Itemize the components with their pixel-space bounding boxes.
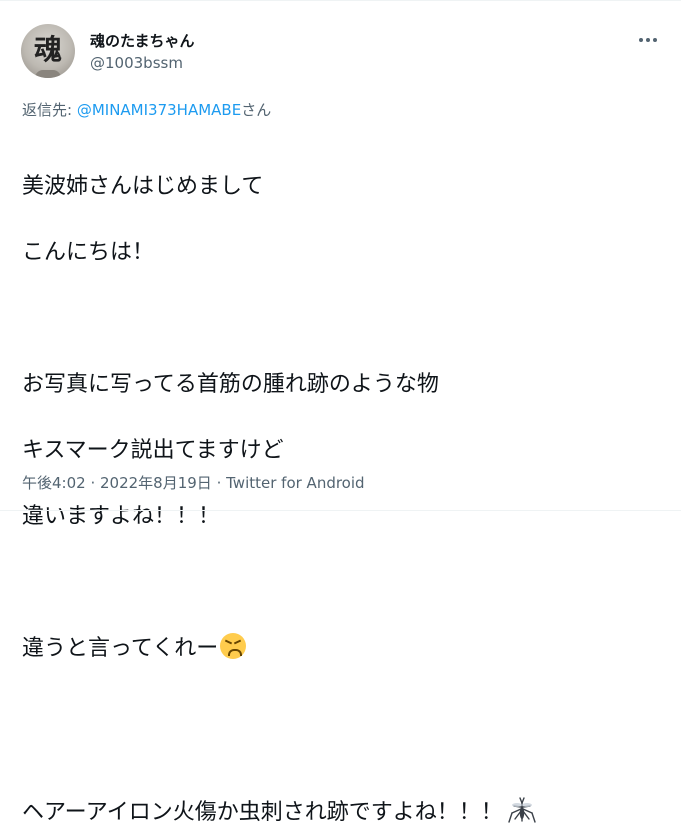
reply-suffix: さん [241, 101, 272, 119]
reply-mention-link[interactable]: @MINAMI373HAMABE [77, 101, 241, 119]
avatar[interactable]: 魂 [21, 24, 75, 78]
tired-face-emoji-icon [220, 633, 247, 659]
tweet-source[interactable]: Twitter for Android [226, 474, 364, 492]
more-horizontal-icon [639, 38, 643, 42]
reply-context: 返信先: @MINAMI373HAMABEさん [22, 99, 271, 120]
avatar-kanji: 魂 [33, 33, 62, 66]
mosquito-emoji-icon [507, 764, 537, 835]
tweet-time[interactable]: 午後4:02 [22, 474, 86, 492]
more-options-button[interactable] [636, 28, 660, 52]
tweet-line: 違いますよね！！！ [22, 504, 221, 529]
tweet-line: 美波姉さんはじめまして [22, 174, 264, 199]
reply-prefix: 返信先: [22, 101, 77, 119]
display-name[interactable]: 魂のたまちゃん [90, 30, 195, 51]
user-handle[interactable]: @1003bssm [90, 54, 183, 72]
tweet-line-with-emoji: 違うと言ってくれー [22, 632, 662, 665]
tweet-line: お写真に写ってる首筋の腫れ跡のような物 [22, 372, 439, 397]
meta-separator: · [85, 474, 100, 492]
tweet-line: キスマーク説出てますけど [22, 438, 284, 463]
tweet-metadata: 午後4:02 · 2022年8月19日 · Twitter for Androi… [22, 472, 365, 493]
meta-separator: · [211, 474, 227, 492]
tweet-date[interactable]: 2022年8月19日 [100, 474, 212, 492]
bottom-divider [0, 510, 681, 511]
top-divider [0, 0, 681, 1]
avatar-shoulder [35, 70, 61, 78]
tweet-line: 違うと言ってくれー [22, 636, 219, 661]
tweet-line: ヘアーアイロン火傷か虫刺され跡ですよね！！！ [22, 800, 503, 825]
tweet-line-with-emoji: ヘアーアイロン火傷か虫刺され跡ですよね！！！ [22, 764, 662, 825]
tweet-line: こんにちは！ [22, 240, 155, 265]
